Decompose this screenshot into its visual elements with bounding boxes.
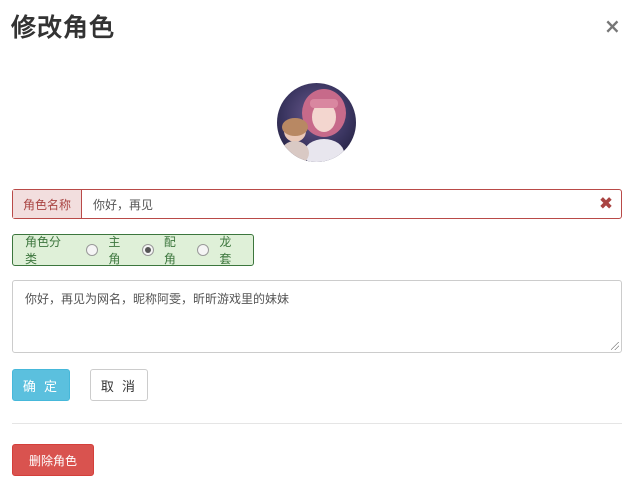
divider <box>12 423 622 424</box>
description-text: 你好，再见为网名，昵称阿雯，昕昕游戏里的妹妹 <box>25 292 290 306</box>
radio-label: 主角 <box>108 235 121 266</box>
radio-button[interactable] <box>197 244 210 256</box>
role-category-group: 角色分类 主角 配角 龙套 <box>12 234 254 266</box>
close-icon[interactable]: × <box>604 16 621 36</box>
role-name-input[interactable]: 你好，再见 <box>82 190 591 218</box>
dialog-title: 修改角色 <box>11 13 116 42</box>
resize-handle-icon[interactable] <box>611 342 619 350</box>
avatar[interactable] <box>277 83 356 162</box>
radio-button[interactable] <box>141 244 154 256</box>
radio-label: 配角 <box>163 235 176 266</box>
role-category-label: 角色分类 <box>25 235 62 266</box>
delete-role-button[interactable]: 删除角色 <box>12 444 94 476</box>
radio-option-extra[interactable]: 龙套 <box>197 233 243 267</box>
confirm-button[interactable]: 确 定 <box>12 369 70 401</box>
radio-option-supporting[interactable]: 配角 <box>141 233 188 267</box>
role-name-group: 角色名称 你好，再见 ✖ <box>12 189 622 219</box>
radio-label: 龙套 <box>219 235 232 266</box>
cancel-button[interactable]: 取 消 <box>90 369 148 401</box>
avatar-image <box>277 83 356 162</box>
radio-option-lead[interactable]: 主角 <box>86 233 132 267</box>
role-name-label: 角色名称 <box>13 190 82 218</box>
radio-button[interactable] <box>86 244 99 256</box>
clear-icon[interactable]: ✖ <box>591 190 621 218</box>
description-textarea[interactable]: 你好，再见为网名，昵称阿雯，昕昕游戏里的妹妹 <box>12 280 622 353</box>
